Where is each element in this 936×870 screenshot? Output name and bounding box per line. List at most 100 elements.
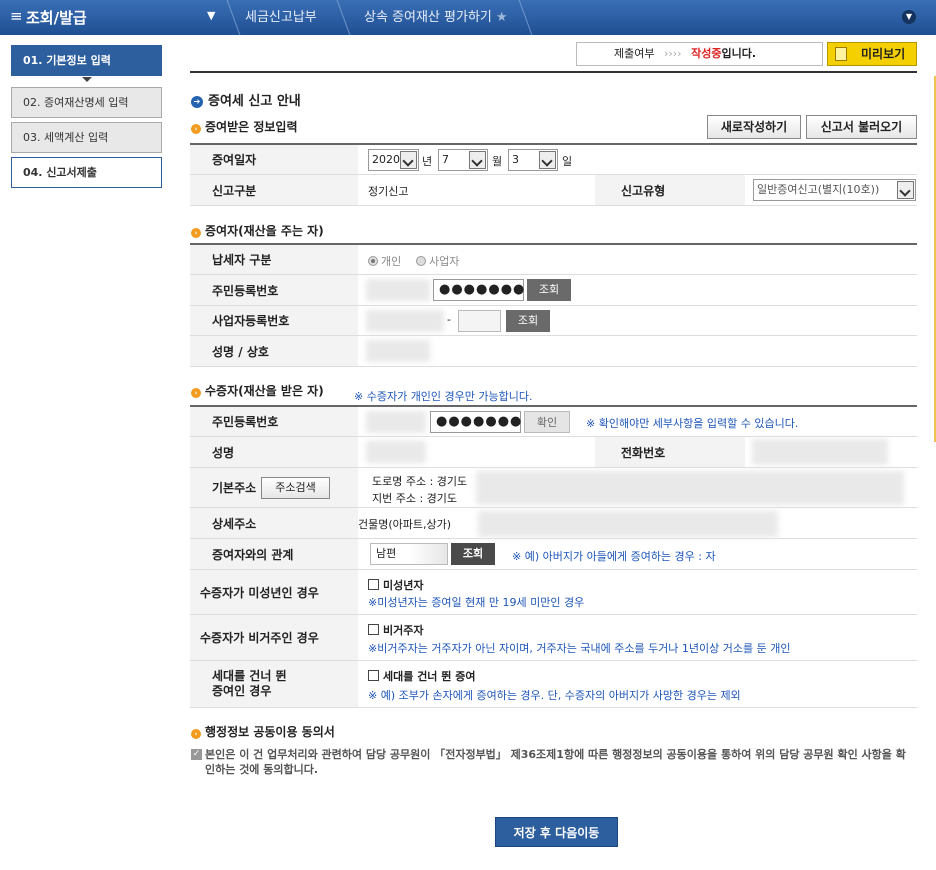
chevron-down-icon [897, 181, 914, 199]
radio-person[interactable]: 개인 [368, 253, 401, 269]
table-row: 사업자등록번호 - 조회 [190, 306, 917, 336]
menu-icon[interactable]: ≡ [10, 7, 23, 25]
table-row: 증여일자 2020 년 7 월 3 일 [190, 145, 917, 175]
breadcrumb-current-label: 상속 증여재산 평가하기 [364, 10, 492, 25]
consent-body: 본인은 이 건 업무처리와 관련하여 담당 공무원이 「전자정부법」 제36조제… [205, 748, 906, 776]
minor-checkbox[interactable]: 미성년자 [368, 577, 423, 593]
minor-label: 수증자가 미성년인 경우 [190, 570, 358, 614]
relation-lookup-button[interactable]: 조회 [451, 543, 495, 565]
breadcrumb-separator [323, 0, 351, 35]
preview-button[interactable]: 미리보기 [827, 42, 917, 66]
minor-check-label: 미성년자 [383, 579, 424, 592]
gift-date-label: 증여일자 [190, 145, 358, 174]
sidebar-item-submit[interactable]: 04. 신고서제출 [11, 157, 162, 188]
donor-table: 납세자 구분 개인 사업자 주민등록번호 ●●●●●●● 조회 사업자등록번호 … [190, 243, 917, 367]
relation-label: 증여자와의 관계 [190, 539, 358, 569]
donee-rrn-label: 주민등록번호 [190, 407, 358, 436]
relation-note: ※ 예) 아버지가 아들에게 증여하는 경우 : 자 [512, 550, 716, 563]
donor-name-label: 성명 / 상호 [190, 336, 358, 366]
section-title-donor-text: 증여자(재산을 주는 자) [205, 224, 324, 238]
status-value: 작성중 [691, 47, 722, 60]
brn-input[interactable] [458, 310, 501, 332]
redacted-field [366, 340, 430, 362]
chevron-down-icon[interactable]: ▼ [902, 10, 916, 24]
table-row: 신고구분 정기신고 신고유형 일반증여신고(별지(10호)) [190, 175, 917, 206]
donor-rrn-input[interactable]: ●●●●●●● [433, 279, 524, 301]
donee-name-label: 성명 [190, 437, 358, 467]
month-value: 7 [442, 153, 449, 166]
year-select[interactable]: 2020 [368, 149, 419, 171]
step-arrow-icon [82, 77, 92, 82]
checkbox-icon [368, 579, 379, 590]
star-icon[interactable]: ★ [496, 10, 508, 25]
report-type-select[interactable]: 일반증여신고(별지(10호)) [753, 179, 916, 201]
table-row: 기본주소 주소검색 도로명 주소 : 경기도 지번 주소 : 경기도 [190, 468, 917, 508]
document-icon [835, 47, 847, 61]
breadcrumb-separator [505, 0, 533, 35]
preview-label: 미리보기 [861, 47, 906, 61]
section-title-donee: › 수증자(재산을 받은 자) [191, 382, 324, 399]
redacted-field [366, 279, 430, 301]
year-value: 2020 [372, 153, 400, 166]
consent-text: ✓ 본인은 이 건 업무처리와 관련하여 담당 공무원이 「전자정부법」 제36… [191, 747, 911, 777]
year-unit: 년 [422, 155, 433, 168]
sidebar-item-property[interactable]: 02. 증여재산명세 입력 [11, 87, 162, 118]
checkbox-icon [368, 670, 379, 681]
month-select[interactable]: 7 [438, 149, 488, 171]
donee-rrn-input[interactable]: ●●●●●●● [430, 411, 521, 433]
day-unit: 일 [562, 155, 573, 168]
detail-address-value: 건물명(아파트,상가) [358, 518, 452, 531]
page-title-text: 증여세 신고 안내 [208, 94, 301, 109]
load-report-button[interactable]: 신고서 불러오기 [806, 115, 917, 139]
report-type-label: 신고유형 [595, 175, 745, 205]
donor-lookup-button[interactable]: 조회 [527, 279, 571, 301]
breadcrumb-current[interactable]: 상속 증여재산 평가하기 ★ [364, 0, 508, 35]
page-title: ➔ 증여세 신고 안내 [191, 90, 301, 109]
detail-address-label: 상세주소 [190, 508, 358, 538]
minor-note: ※미성년자는 증여일 현재 만 19세 미만인 경우 [368, 596, 585, 609]
relation-input[interactable]: 남편 [370, 543, 448, 565]
redacted-detail[interactable] [478, 511, 778, 537]
section-title-donor: › 증여자(재산을 주는 자) [191, 222, 324, 239]
redacted-field [366, 441, 426, 463]
redacted-field [366, 411, 426, 433]
table-row: 수증자가 비거주인 경우 비거주자 ※비거주자는 거주자가 아닌 자이며, 거주… [190, 615, 917, 661]
nonresident-label: 수증자가 비거주인 경우 [190, 615, 358, 660]
dropdown-arrow-icon[interactable]: ▼ [207, 9, 215, 22]
skip-generation-checkbox[interactable]: 세대를 건너 뛴 증여 [368, 668, 475, 684]
top-navigation-bar: ≡ 조회/발급 ▼ 세금신고납부 상속 증여재산 평가하기 ★ ▼ [0, 0, 936, 35]
skip-generation-label: 세대를 건너 뛴 증여인 경우 [190, 661, 358, 707]
nonresident-checkbox[interactable]: 비거주자 [368, 622, 423, 638]
bullet-icon: › [191, 388, 201, 398]
status-label: 제출여부 [614, 47, 655, 60]
day-select[interactable]: 3 [508, 149, 558, 171]
nonresident-check-label: 비거주자 [383, 624, 424, 637]
report-class-label: 신고구분 [190, 175, 358, 205]
brn-lookup-button[interactable]: 조회 [506, 310, 550, 332]
radio-icon [416, 256, 426, 266]
sidebar-item-tax-calc[interactable]: 03. 세액계산 입력 [11, 122, 162, 153]
breadcrumb-item[interactable]: 세금신고납부 [245, 0, 317, 35]
checkbox-checked-icon[interactable]: ✓ [191, 749, 202, 760]
confirm-note: ※ 확인해야만 세부사항을 입력할 수 있습니다. [586, 417, 799, 430]
table-row: 주민등록번호 ●●●●●●● 확인 ※ 확인해야만 세부사항을 입력할 수 있습… [190, 407, 917, 437]
skip-generation-note: ※ 예) 조부가 손자에게 증여하는 경우. 단, 수증자의 아버지가 사망한 … [368, 689, 741, 702]
breadcrumb-separator [213, 0, 241, 35]
section-title-consent: › 행정정보 공동이용 동의서 [191, 723, 335, 740]
section-title-gift-info: › 증여받은 정보입력 [191, 118, 298, 135]
bullet-icon: › [191, 228, 201, 238]
confirm-button[interactable]: 확인 [524, 411, 570, 433]
chevron-down-icon [400, 151, 417, 169]
month-unit: 월 [492, 155, 503, 168]
redacted-address [476, 471, 904, 505]
brn-label: 사업자등록번호 [190, 306, 358, 335]
new-write-button[interactable]: 새로작성하기 [707, 115, 801, 139]
report-type-value: 일반증여신고(별지(10호)) [757, 183, 880, 196]
address-search-button[interactable]: 주소검색 [261, 477, 330, 499]
table-row: 성명 / 상호 [190, 336, 917, 367]
save-next-button[interactable]: 저장 후 다음이동 [495, 817, 618, 847]
menu-title[interactable]: 조회/발급 [26, 7, 87, 28]
radio-business[interactable]: 사업자 [416, 253, 459, 269]
donee-table: 주민등록번호 ●●●●●●● 확인 ※ 확인해야만 세부사항을 입력할 수 있습… [190, 405, 917, 708]
sidebar-item-basic-info[interactable]: 01. 기본정보 입력 [11, 45, 162, 76]
